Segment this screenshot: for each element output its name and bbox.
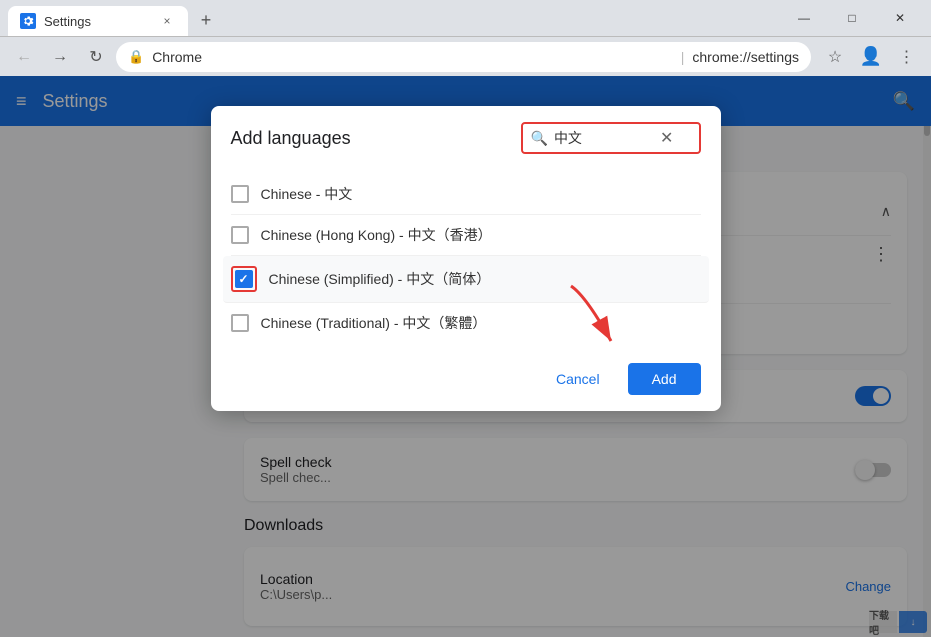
- address-bar[interactable]: 🔒 Chrome | chrome://settings: [116, 42, 811, 72]
- add-button[interactable]: Add: [628, 363, 701, 395]
- language-list: Chinese - 中文 Chinese (Hong Kong) - 中文（香港…: [211, 166, 721, 351]
- chinese-traditional-label: Chinese (Traditional) - 中文（繁體）: [261, 313, 487, 333]
- title-bar: Settings × + — □ ✕: [0, 0, 931, 36]
- list-item: Chinese (Traditional) - 中文（繁體）: [231, 303, 701, 343]
- window-controls: — □ ✕: [781, 4, 923, 36]
- dialog-overlay: Add languages 🔍 ✕ Chinese - 中文: [0, 76, 931, 637]
- tab-label: Settings: [44, 14, 150, 29]
- chinese-hk-checkbox[interactable]: [231, 226, 249, 244]
- new-tab-button[interactable]: +: [192, 6, 220, 34]
- cancel-button[interactable]: Cancel: [540, 363, 616, 395]
- search-box-icon: 🔍: [531, 130, 548, 147]
- dialog-header: Add languages 🔍 ✕: [211, 106, 721, 166]
- list-item: Chinese - 中文: [231, 174, 701, 215]
- tab-close-button[interactable]: ×: [158, 12, 176, 30]
- bookmark-button[interactable]: ☆: [819, 41, 851, 73]
- profile-button[interactable]: 👤: [855, 41, 887, 73]
- tab-settings-icon: [20, 13, 36, 29]
- active-tab[interactable]: Settings ×: [8, 6, 188, 36]
- language-search-input[interactable]: [554, 130, 654, 146]
- main-area: ≡ Settings 🔍 Languages Language English: [0, 76, 931, 637]
- chinese-label: Chinese - 中文: [261, 184, 353, 204]
- browser-window: Settings × + — □ ✕ ← → ↻ 🔒 Chrome | chro…: [0, 0, 931, 637]
- chinese-checkbox[interactable]: [231, 185, 249, 203]
- maximize-button[interactable]: □: [829, 4, 875, 32]
- minimize-button[interactable]: —: [781, 4, 827, 32]
- address-url: chrome://settings: [692, 49, 799, 65]
- address-brand: Chrome: [152, 49, 673, 65]
- chinese-simplified-checkbox[interactable]: [235, 270, 253, 288]
- close-button[interactable]: ✕: [877, 4, 923, 32]
- list-item: Chinese (Hong Kong) - 中文（香港）: [231, 215, 701, 256]
- tab-strip: Settings × +: [8, 6, 781, 36]
- add-languages-dialog: Add languages 🔍 ✕ Chinese - 中文: [211, 106, 721, 411]
- dialog-footer: Cancel Add: [211, 351, 721, 411]
- nav-bar: ← → ↻ 🔒 Chrome | chrome://settings ☆ 👤 ⋮: [0, 36, 931, 76]
- dialog-title: Add languages: [231, 128, 351, 149]
- back-button[interactable]: ←: [8, 41, 40, 73]
- chinese-simplified-checkbox-wrapper: [231, 266, 257, 292]
- forward-button[interactable]: →: [44, 41, 76, 73]
- reload-button[interactable]: ↻: [80, 41, 112, 73]
- chinese-hk-label: Chinese (Hong Kong) - 中文（香港）: [261, 225, 492, 245]
- browser-menu-button[interactable]: ⋮: [891, 41, 923, 73]
- language-search-box[interactable]: 🔍 ✕: [521, 122, 701, 154]
- chinese-traditional-checkbox[interactable]: [231, 314, 249, 332]
- lock-icon: 🔒: [128, 49, 144, 65]
- list-item: Chinese (Simplified) - 中文（简体）: [223, 256, 709, 303]
- chinese-simplified-label: Chinese (Simplified) - 中文（简体）: [269, 269, 491, 289]
- search-clear-button[interactable]: ✕: [660, 128, 673, 148]
- address-divider: |: [681, 49, 685, 65]
